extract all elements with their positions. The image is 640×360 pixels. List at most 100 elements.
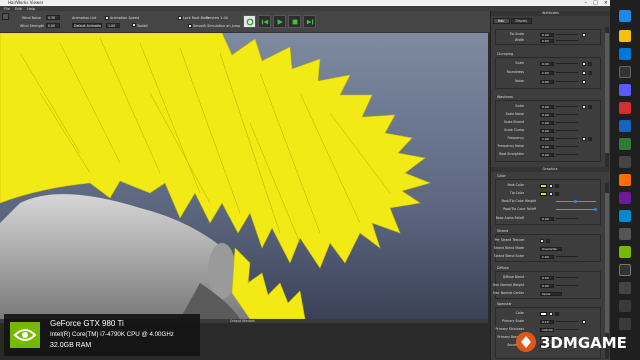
texture-icon[interactable] xyxy=(582,79,586,84)
texture-icon[interactable] xyxy=(549,183,553,188)
texture-icon[interactable] xyxy=(549,191,553,196)
texture-icon[interactable] xyxy=(582,61,586,66)
attr-slider[interactable] xyxy=(556,154,578,155)
texture-icon[interactable] xyxy=(582,104,586,109)
attr-slider[interactable] xyxy=(556,130,578,131)
specular-color-swatch[interactable] xyxy=(540,311,547,316)
nvidia-icon[interactable] xyxy=(619,246,631,258)
texture-icon[interactable] xyxy=(582,32,586,37)
texture-icon[interactable] xyxy=(582,319,586,324)
app-icon[interactable] xyxy=(619,102,631,114)
channel-icon[interactable] xyxy=(588,104,592,109)
channel-icon[interactable] xyxy=(588,70,592,75)
toolkit-checkbox[interactable] xyxy=(132,23,136,27)
app-icon[interactable] xyxy=(619,282,631,294)
attr-slider[interactable] xyxy=(556,218,578,219)
attr-value-input[interactable]: 0.00 xyxy=(540,79,554,84)
channel-icon[interactable] xyxy=(555,183,559,188)
channel-icon[interactable] xyxy=(555,311,559,316)
smooth-simulation-checkbox[interactable] xyxy=(188,24,192,28)
attr-value-input[interactable]: 1.00 xyxy=(540,70,554,75)
app-icon[interactable] xyxy=(619,210,631,222)
start-icon[interactable] xyxy=(619,10,631,22)
attr-slider[interactable] xyxy=(556,40,578,41)
attr-value-input[interactable]: 0.50 xyxy=(540,275,554,280)
attr-slider[interactable] xyxy=(556,138,578,139)
store-icon[interactable] xyxy=(619,66,631,78)
attr-slider[interactable] xyxy=(556,209,596,210)
render-viewport[interactable] xyxy=(0,33,488,319)
attr-value-input[interactable]: 0.00 xyxy=(540,104,554,109)
app-icon[interactable] xyxy=(619,228,631,240)
file-explorer-icon[interactable] xyxy=(619,30,631,42)
attr-value-input[interactable]: 0.00 xyxy=(540,61,554,66)
attr-slider[interactable] xyxy=(556,114,578,115)
word-icon[interactable] xyxy=(619,120,631,132)
texture-icon[interactable] xyxy=(540,238,544,243)
attr-value-input[interactable]: 1.00 xyxy=(540,120,554,125)
tab-display[interactable]: Display xyxy=(510,18,533,24)
channel-icon[interactable] xyxy=(588,61,592,66)
scrollbar-thumb[interactable] xyxy=(605,193,609,333)
app-icon[interactable] xyxy=(619,174,631,186)
channel-icon[interactable] xyxy=(555,191,559,196)
strand-blend-mode-select[interactable]: Overwrite xyxy=(540,246,562,251)
tip-color-swatch[interactable] xyxy=(540,191,547,196)
attr-value-input[interactable]: 0.10 xyxy=(540,319,554,324)
attr-value-input[interactable]: 0.00 xyxy=(540,283,554,288)
attr-value-input[interactable]: 1.00 xyxy=(540,254,554,259)
network-icon[interactable] xyxy=(619,300,631,312)
attr-slider[interactable] xyxy=(556,34,578,35)
attr-slider[interactable] xyxy=(556,277,578,278)
app-icon[interactable] xyxy=(619,84,631,96)
scrollbar-thumb[interactable] xyxy=(605,33,609,153)
attr-value-input[interactable]: 0.00 xyxy=(540,112,554,117)
graphics-header: Graphics xyxy=(491,167,609,172)
texture-icon[interactable] xyxy=(582,136,586,141)
attr-slider[interactable] xyxy=(556,285,578,286)
attr-value-input[interactable]: 0.00 xyxy=(540,128,554,133)
app-icon[interactable] xyxy=(619,192,631,204)
slider-knob[interactable] xyxy=(574,200,577,203)
channel-icon[interactable] xyxy=(588,136,592,141)
attr-slider[interactable] xyxy=(556,106,578,107)
app-icon[interactable] xyxy=(619,264,631,276)
attr-slider[interactable] xyxy=(556,256,578,257)
hair-normal-center-select[interactable]: Spine xyxy=(540,291,562,296)
attr-slider[interactable] xyxy=(556,146,578,147)
lock-root-bone-checkbox[interactable] xyxy=(178,16,182,20)
step-forward-button[interactable] xyxy=(303,15,316,28)
texture-icon[interactable] xyxy=(582,70,586,75)
step-back-button[interactable] xyxy=(258,15,271,28)
attr-label: Scale Clump xyxy=(504,128,524,132)
attr-slider[interactable] xyxy=(556,321,578,322)
root-color-swatch[interactable] xyxy=(540,183,547,188)
wind-noise-input[interactable]: 0.30 xyxy=(46,15,60,20)
excel-icon[interactable] xyxy=(619,138,631,150)
animation-list-select[interactable]: Default Animatio xyxy=(72,23,102,28)
attr-slider[interactable] xyxy=(556,63,578,64)
attr-value-input[interactable]: 0.00 xyxy=(540,216,554,221)
app-icon[interactable] xyxy=(619,156,631,168)
attr-value-input[interactable]: 0.00 xyxy=(540,152,554,157)
stop-button[interactable] xyxy=(288,15,301,28)
attributes-scrollbar[interactable] xyxy=(605,27,609,167)
play-button[interactable] xyxy=(273,15,286,28)
attr-value-input[interactable]: 0.00 xyxy=(540,32,554,37)
attr-row: Noise 0.00 xyxy=(496,79,602,84)
wind-strength-input[interactable]: 0.00 xyxy=(46,23,60,28)
texture-icon[interactable] xyxy=(549,311,553,316)
tab-hair[interactable]: Hair xyxy=(493,18,510,24)
attr-value-input[interactable]: 1.00 xyxy=(540,136,554,141)
attr-value-input[interactable]: 0.00 xyxy=(540,38,554,43)
animation-speed-checkbox[interactable] xyxy=(105,16,109,20)
attr-value-input[interactable]: 0.00 xyxy=(540,144,554,149)
animation-speed-input[interactable]: 1.00 xyxy=(106,23,120,28)
attr-slider[interactable] xyxy=(556,81,578,82)
edge-icon[interactable] xyxy=(619,48,631,60)
channel-icon[interactable] xyxy=(546,238,550,243)
slider-knob[interactable] xyxy=(594,208,597,211)
attr-slider[interactable] xyxy=(556,72,578,73)
attr-slider[interactable] xyxy=(556,122,578,123)
reset-button[interactable] xyxy=(243,15,256,28)
